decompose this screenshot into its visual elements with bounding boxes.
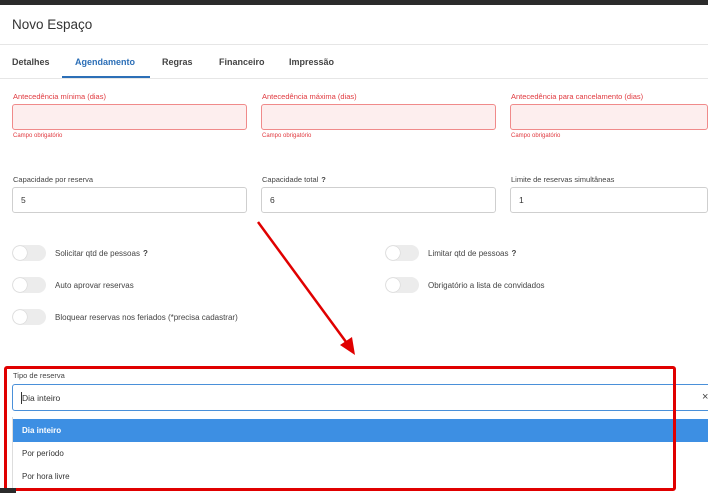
- limitar-qtd-label: Limitar qtd de pessoas?: [428, 249, 516, 258]
- clear-icon[interactable]: ×: [702, 391, 708, 403]
- tab-financeiro[interactable]: Financeiro: [219, 45, 265, 79]
- active-tab-indicator: [62, 76, 150, 78]
- tipo-reserva-select[interactable]: Dia inteiro ×: [12, 384, 708, 411]
- solicitar-qtd-label: Solicitar qtd de pessoas?: [55, 249, 148, 258]
- solicitar-qtd-toggle[interactable]: [12, 245, 46, 261]
- tab-bar: Detalhes Agendamento Regras Financeiro I…: [0, 45, 708, 79]
- toggle-knob: [386, 278, 400, 292]
- limitar-qtd-toggle[interactable]: [385, 245, 419, 261]
- antecedencia-maxima-input[interactable]: [261, 104, 496, 130]
- antecedencia-minima-error: Campo obrigatório: [13, 133, 63, 139]
- solicitar-qtd-text: Solicitar qtd de pessoas: [55, 249, 140, 258]
- limitar-qtd-text: Limitar qtd de pessoas: [428, 249, 509, 258]
- toggle-knob: [13, 310, 27, 324]
- antecedencia-maxima-error: Campo obrigatório: [262, 133, 312, 139]
- antecedencia-cancelamento-input[interactable]: [510, 104, 708, 130]
- option-dia-inteiro[interactable]: Dia inteiro: [13, 419, 708, 442]
- tipo-reserva-dropdown: Dia inteiro Por período Por hora livre: [12, 417, 708, 493]
- capacidade-total-label: Capacidade total?: [262, 175, 326, 184]
- bottom-bar: [0, 488, 16, 493]
- help-icon[interactable]: ?: [143, 249, 148, 258]
- limite-reservas-label: Limite de reservas simultâneas: [511, 175, 615, 184]
- obrigatorio-convidados-toggle[interactable]: [385, 277, 419, 293]
- option-por-hora-livre[interactable]: Por hora livre: [13, 465, 708, 488]
- tipo-reserva-value: Dia inteiro: [22, 393, 61, 403]
- tab-regras[interactable]: Regras: [162, 45, 193, 79]
- antecedencia-minima-input[interactable]: [12, 104, 247, 130]
- antecedencia-maxima-label: Antecedência máxima (dias): [262, 92, 357, 101]
- toggle-knob: [13, 278, 27, 292]
- window-top-bar: [0, 0, 708, 5]
- help-icon[interactable]: ?: [512, 249, 517, 258]
- antecedencia-minima-label: Antecedência mínima (dias): [13, 92, 106, 101]
- obrigatorio-convidados-label: Obrigatório a lista de convidados: [428, 281, 545, 290]
- antecedencia-cancelamento-error: Campo obrigatório: [511, 133, 561, 139]
- bloquear-feriados-label: Bloquear reservas nos feriados (*precisa…: [55, 313, 238, 322]
- auto-aprovar-toggle[interactable]: [12, 277, 46, 293]
- limite-reservas-input[interactable]: 1: [510, 187, 708, 213]
- capacidade-total-label-text: Capacidade total: [262, 175, 319, 184]
- page-title: Novo Espaço: [12, 17, 93, 32]
- tab-impressao[interactable]: Impressão: [289, 45, 334, 79]
- auto-aprovar-label: Auto aprovar reservas: [55, 281, 134, 290]
- tab-agendamento[interactable]: Agendamento: [75, 45, 135, 79]
- bloquear-feriados-toggle[interactable]: [12, 309, 46, 325]
- tab-detalhes[interactable]: Detalhes: [12, 45, 50, 79]
- toggle-knob: [386, 246, 400, 260]
- antecedencia-cancelamento-label: Antecedência para cancelamento (dias): [511, 92, 644, 101]
- toggle-knob: [13, 246, 27, 260]
- capacidade-reserva-input[interactable]: 5: [12, 187, 247, 213]
- option-por-periodo[interactable]: Por período: [13, 442, 708, 465]
- capacidade-total-input[interactable]: 6: [261, 187, 496, 213]
- tipo-reserva-label: Tipo de reserva: [13, 371, 65, 380]
- capacidade-reserva-label: Capacidade por reserva: [13, 175, 94, 184]
- help-icon[interactable]: ?: [321, 175, 326, 184]
